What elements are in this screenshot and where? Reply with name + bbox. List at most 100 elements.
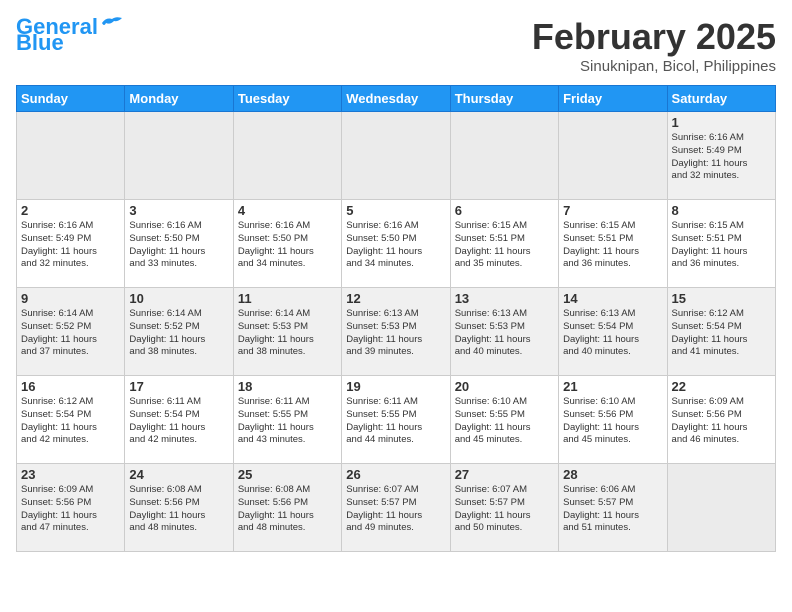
- calendar-cell: 15 Sunrise: 6:12 AM Sunset: 5:54 PM Dayli…: [667, 288, 775, 376]
- day-number: 13: [455, 291, 554, 306]
- day-number: 22: [672, 379, 771, 394]
- calendar-cell: [125, 112, 233, 200]
- day-number: 3: [129, 203, 228, 218]
- month-title: February 2025: [532, 16, 776, 58]
- day-number: 9: [21, 291, 120, 306]
- day-number: 23: [21, 467, 120, 482]
- calendar-cell: 24 Sunrise: 6:08 AM Sunset: 5:56 PM Dayli…: [125, 464, 233, 552]
- day-info: Sunrise: 6:14 AM Sunset: 5:52 PM Dayligh…: [129, 308, 228, 359]
- day-number: 28: [563, 467, 662, 482]
- day-info: Sunrise: 6:16 AM Sunset: 5:50 PM Dayligh…: [238, 220, 337, 271]
- day-info: Sunrise: 6:06 AM Sunset: 5:57 PM Dayligh…: [563, 484, 662, 535]
- logo: General Blue: [16, 16, 122, 54]
- logo-blue: Blue: [16, 32, 64, 54]
- day-number: 4: [238, 203, 337, 218]
- calendar-week-row: 16 Sunrise: 6:12 AM Sunset: 5:54 PM Dayli…: [17, 376, 776, 464]
- day-info: Sunrise: 6:16 AM Sunset: 5:50 PM Dayligh…: [129, 220, 228, 271]
- calendar-table: SundayMondayTuesdayWednesdayThursdayFrid…: [16, 85, 776, 552]
- day-header-monday: Monday: [125, 86, 233, 112]
- day-info: Sunrise: 6:13 AM Sunset: 5:53 PM Dayligh…: [455, 308, 554, 359]
- calendar-cell: 17Sunrise: 6:11 AM Sunset: 5:54 PM Dayli…: [125, 376, 233, 464]
- day-info: Sunrise: 6:07 AM Sunset: 5:57 PM Dayligh…: [455, 484, 554, 535]
- calendar-cell: 8 Sunrise: 6:15 AM Sunset: 5:51 PM Daylig…: [667, 200, 775, 288]
- calendar-cell: 19 Sunrise: 6:11 AM Sunset: 5:55 PM Dayli…: [342, 376, 450, 464]
- day-info: Sunrise: 6:13 AM Sunset: 5:53 PM Dayligh…: [346, 308, 445, 359]
- day-info: Sunrise: 6:12 AM Sunset: 5:54 PM Dayligh…: [672, 308, 771, 359]
- day-info: Sunrise: 6:07 AM Sunset: 5:57 PM Dayligh…: [346, 484, 445, 535]
- calendar-cell: [342, 112, 450, 200]
- day-number: 14: [563, 291, 662, 306]
- day-number: 7: [563, 203, 662, 218]
- day-number: 25: [238, 467, 337, 482]
- calendar-cell: [17, 112, 125, 200]
- calendar-cell: 20 Sunrise: 6:10 AM Sunset: 5:55 PM Dayli…: [450, 376, 558, 464]
- day-info: Sunrise: 6:13 AM Sunset: 5:54 PM Dayligh…: [563, 308, 662, 359]
- calendar-cell: [450, 112, 558, 200]
- calendar-cell: 23Sunrise: 6:09 AM Sunset: 5:56 PM Dayli…: [17, 464, 125, 552]
- calendar-header-row: SundayMondayTuesdayWednesdayThursdayFrid…: [17, 86, 776, 112]
- day-number: 12: [346, 291, 445, 306]
- day-number: 18: [238, 379, 337, 394]
- calendar-cell: 9Sunrise: 6:14 AM Sunset: 5:52 PM Daylig…: [17, 288, 125, 376]
- day-number: 5: [346, 203, 445, 218]
- calendar-cell: 25 Sunrise: 6:08 AM Sunset: 5:56 PM Dayli…: [233, 464, 341, 552]
- day-info: Sunrise: 6:08 AM Sunset: 5:56 PM Dayligh…: [129, 484, 228, 535]
- day-header-sunday: Sunday: [17, 86, 125, 112]
- day-header-tuesday: Tuesday: [233, 86, 341, 112]
- day-info: Sunrise: 6:14 AM Sunset: 5:53 PM Dayligh…: [238, 308, 337, 359]
- day-number: 8: [672, 203, 771, 218]
- calendar-week-row: 9 Sunrise: 6:14 AM Sunset: 5:52 PM Daylig…: [17, 288, 776, 376]
- page-header: General Blue February 2025 Sinuknipan, B…: [16, 16, 776, 75]
- day-number: 16: [21, 379, 120, 394]
- calendar-cell: [233, 112, 341, 200]
- day-header-wednesday: Wednesday: [342, 86, 450, 112]
- calendar-cell: 4 Sunrise: 6:16 AM Sunset: 5:50 PM Daylig…: [233, 200, 341, 288]
- day-number: 15: [672, 291, 771, 306]
- day-info: Sunrise: 6:11 AM Sunset: 5:54 PM Dayligh…: [129, 396, 228, 447]
- calendar-cell: 13 Sunrise: 6:13 AM Sunset: 5:53 PM Dayli…: [450, 288, 558, 376]
- calendar-cell: 21 Sunrise: 6:10 AM Sunset: 5:56 PM Dayli…: [559, 376, 667, 464]
- day-number: 26: [346, 467, 445, 482]
- day-info: Sunrise: 6:15 AM Sunset: 5:51 PM Dayligh…: [563, 220, 662, 271]
- day-header-saturday: Saturday: [667, 86, 775, 112]
- day-number: 1: [672, 115, 771, 130]
- day-number: 20: [455, 379, 554, 394]
- day-number: 21: [563, 379, 662, 394]
- calendar-cell: 6 Sunrise: 6:15 AM Sunset: 5:51 PM Daylig…: [450, 200, 558, 288]
- calendar-cell: 11 Sunrise: 6:14 AM Sunset: 5:53 PM Dayli…: [233, 288, 341, 376]
- day-info: Sunrise: 6:15 AM Sunset: 5:51 PM Dayligh…: [455, 220, 554, 271]
- calendar-cell: [559, 112, 667, 200]
- calendar-cell: 14 Sunrise: 6:13 AM Sunset: 5:54 PM Dayli…: [559, 288, 667, 376]
- day-info: Sunrise: 6:11 AM Sunset: 5:55 PM Dayligh…: [346, 396, 445, 447]
- calendar-cell: 7 Sunrise: 6:15 AM Sunset: 5:51 PM Daylig…: [559, 200, 667, 288]
- day-info: Sunrise: 6:09 AM Sunset: 5:56 PM Dayligh…: [672, 396, 771, 447]
- day-info: Sunrise: 6:08 AM Sunset: 5:56 PM Dayligh…: [238, 484, 337, 535]
- day-number: 11: [238, 291, 337, 306]
- calendar-cell: 2Sunrise: 6:16 AM Sunset: 5:49 PM Daylig…: [17, 200, 125, 288]
- logo-bird-icon: [100, 15, 122, 31]
- calendar-cell: 1Sunrise: 6:16 AM Sunset: 5:49 PM Daylig…: [667, 112, 775, 200]
- calendar-cell: 27Sunrise: 6:07 AM Sunset: 5:57 PM Dayli…: [450, 464, 558, 552]
- calendar-cell: 28 Sunrise: 6:06 AM Sunset: 5:57 PM Dayli…: [559, 464, 667, 552]
- calendar-cell: [667, 464, 775, 552]
- day-header-friday: Friday: [559, 86, 667, 112]
- title-section: February 2025 Sinuknipan, Bicol, Philipp…: [532, 16, 776, 75]
- day-number: 6: [455, 203, 554, 218]
- calendar-cell: 18Sunrise: 6:11 AM Sunset: 5:55 PM Dayli…: [233, 376, 341, 464]
- day-info: Sunrise: 6:12 AM Sunset: 5:54 PM Dayligh…: [21, 396, 120, 447]
- day-header-thursday: Thursday: [450, 86, 558, 112]
- day-number: 10: [129, 291, 228, 306]
- day-info: Sunrise: 6:10 AM Sunset: 5:56 PM Dayligh…: [563, 396, 662, 447]
- day-info: Sunrise: 6:10 AM Sunset: 5:55 PM Dayligh…: [455, 396, 554, 447]
- day-info: Sunrise: 6:16 AM Sunset: 5:50 PM Dayligh…: [346, 220, 445, 271]
- calendar-cell: 12 Sunrise: 6:13 AM Sunset: 5:53 PM Dayli…: [342, 288, 450, 376]
- day-number: 19: [346, 379, 445, 394]
- day-number: 24: [129, 467, 228, 482]
- location: Sinuknipan, Bicol, Philippines: [532, 58, 776, 75]
- calendar-week-row: 1Sunrise: 6:16 AM Sunset: 5:49 PM Daylig…: [17, 112, 776, 200]
- calendar-cell: 3 Sunrise: 6:16 AM Sunset: 5:50 PM Daylig…: [125, 200, 233, 288]
- day-number: 2: [21, 203, 120, 218]
- day-info: Sunrise: 6:15 AM Sunset: 5:51 PM Dayligh…: [672, 220, 771, 271]
- calendar-cell: 26 Sunrise: 6:07 AM Sunset: 5:57 PM Dayli…: [342, 464, 450, 552]
- calendar-cell: 22 Sunrise: 6:09 AM Sunset: 5:56 PM Dayli…: [667, 376, 775, 464]
